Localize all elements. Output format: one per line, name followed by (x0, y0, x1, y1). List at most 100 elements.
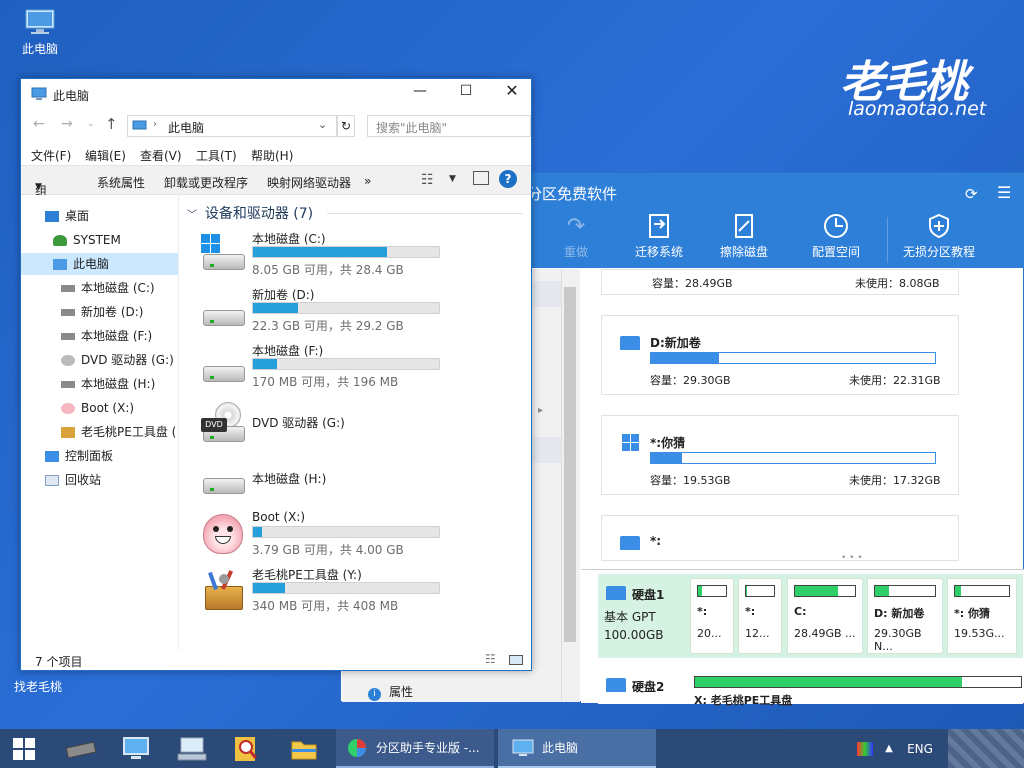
scrollbar-thumb[interactable] (564, 287, 576, 642)
disk1-partition[interactable]: *: 20... (690, 578, 734, 654)
wipe-disk-button[interactable]: 擦除磁盘 (699, 211, 789, 260)
redo-button[interactable]: ↷ 重做 (531, 211, 621, 260)
taskbar-hardware-app[interactable] (57, 729, 105, 768)
drive-tile-x[interactable]: Boot (X:) 3.79 GB 可用，共 4.00 GB (201, 510, 451, 562)
find-laomaotao-desktop-icon[interactable]: 找老毛桃 (8, 678, 68, 695)
properties-item[interactable]: i 属性 (368, 683, 413, 701)
disk1-row[interactable]: 硬盘1 基本 GPT 100.00GB *: 20... *: 12... C:… (598, 574, 1023, 658)
nav-label: 老毛桃PE工具盘 ( (81, 425, 177, 439)
clock-area[interactable] (948, 729, 1024, 768)
up-arrow-icon[interactable]: ↑ (105, 115, 118, 133)
nav-system-user[interactable]: SYSTEM (53, 229, 121, 251)
help-icon[interactable]: ? (499, 170, 517, 188)
menu-tools[interactable]: 工具(T) (196, 147, 237, 164)
drive-size: 8.05 GB 可用，共 28.4 GB (252, 263, 404, 277)
partition-card-c[interactable]: 容量：28.49GB 未使用：8.08GB (601, 269, 959, 295)
drive-tile-c[interactable]: 本地磁盘 (C:) 8.05 GB 可用，共 28.4 GB (201, 232, 451, 282)
nav-control-panel[interactable]: 控制面板 (45, 445, 113, 467)
splitter-grip[interactable]: • • • (841, 553, 863, 563)
nav-drive-y[interactable]: 老毛桃PE工具盘 ( (61, 421, 176, 443)
view-options-icon[interactable]: ☷ (421, 172, 434, 188)
drive-tile-g[interactable]: DVD DVD 驱动器 (G:) (201, 400, 451, 450)
partition-card-unknown[interactable]: *:你猜 容量：19.53GB 未使用：17.32GB (601, 415, 959, 495)
partition-usage-bar (650, 452, 936, 464)
disk1-partition-nicai[interactable]: *: 你猜 19.53G... (947, 578, 1017, 654)
address-path[interactable]: 此电脑 (168, 119, 204, 136)
nav-desktop[interactable]: 桌面 (45, 205, 89, 227)
forward-arrow-icon[interactable]: → (61, 116, 73, 132)
partition-app-title: 分区免费软件 (527, 185, 618, 203)
magnifier-icon (235, 736, 258, 761)
close-button[interactable]: ✕ (497, 81, 527, 100)
refresh-icon[interactable]: ⟳ (965, 185, 978, 203)
drive-name: Boot (X:) (252, 510, 306, 524)
drive-icon (606, 678, 626, 692)
menu-icon[interactable]: ☰ (997, 183, 1011, 202)
properties-label: 属性 (389, 685, 414, 699)
refresh-icon[interactable]: ↻ (337, 115, 355, 137)
map-network-drive-button[interactable]: 映射网络驱动器 (267, 174, 351, 191)
taskbar-search-app[interactable] (222, 729, 270, 768)
start-button[interactable] (0, 729, 48, 768)
address-dropdown-icon[interactable]: ⌄ (318, 118, 327, 131)
tray-expand-icon[interactable]: ▲ (878, 729, 900, 768)
explorer-title-bar[interactable]: 此电脑 — ☐ ✕ (21, 79, 531, 109)
expand-arrow-icon[interactable]: ▸ (538, 405, 543, 416)
back-arrow-icon[interactable]: ← (33, 116, 45, 132)
partition-card-star[interactable]: *: (601, 515, 959, 561)
disk1-partition-d[interactable]: D: 新加卷 29.30GB N... (867, 578, 943, 654)
taskbar-partition-assistant[interactable]: 分区助手专业版 -... (336, 729, 494, 768)
drive-tile-f[interactable]: 本地磁盘 (F:) 170 MB 可用，共 196 MB (201, 344, 451, 394)
drive-tile-y[interactable]: 老毛桃PE工具盘 (Y:) 340 MB 可用，共 408 MB (201, 568, 451, 618)
taskbar-file-explorer[interactable] (280, 729, 328, 768)
disk1-partition-c[interactable]: C: 28.49GB ... (787, 578, 863, 654)
partition-capacity: 容量：19.53GB (650, 474, 731, 487)
nav-drive-x[interactable]: Boot (X:) (61, 397, 134, 419)
view-dropdown-icon[interactable]: ▼ (449, 174, 456, 184)
partition-card-d[interactable]: D:新加卷 容量：29.30GB 未使用：22.31GB (601, 315, 959, 395)
taskbar-this-pc[interactable]: 此电脑 (498, 729, 656, 768)
nav-recycle-bin[interactable]: 回收站 (45, 469, 101, 491)
menu-view[interactable]: 查看(V) (140, 147, 182, 164)
tray-color-icon[interactable] (852, 729, 878, 768)
more-commands-button[interactable]: » (364, 174, 371, 188)
large-icons-view-icon[interactable] (509, 655, 523, 665)
this-pc-desktop-icon[interactable]: 此电脑 (10, 8, 70, 57)
nav-drive-h[interactable]: 本地磁盘 (H:) (61, 373, 155, 395)
minimize-button[interactable]: — (405, 83, 435, 99)
system-properties-button[interactable]: 系统属性 (97, 174, 145, 191)
left-panel-scrollbar[interactable] (561, 269, 579, 701)
drive-name: 本地磁盘 (H:) (252, 472, 327, 486)
menu-file[interactable]: 文件(F) (31, 147, 71, 164)
nav-drive-d[interactable]: 新加卷 (D:) (61, 301, 143, 323)
uninstall-program-button[interactable]: 卸载或更改程序 (164, 174, 248, 191)
details-view-icon[interactable]: ☷ (485, 652, 496, 666)
preview-pane-icon[interactable] (473, 171, 489, 185)
hard-drive-icon (61, 381, 75, 388)
maximize-button[interactable]: ☐ (451, 83, 481, 99)
nav-this-pc[interactable]: 此电脑 (21, 253, 178, 275)
disk1-partition[interactable]: *: 12... (738, 578, 782, 654)
explorer-window[interactable]: 此电脑 — ☐ ✕ ← → ⌄ ↑ › 此电脑 ⌄ ↻ 搜索"此电脑" 文件(F… (20, 78, 532, 671)
lossless-tutorial-button[interactable]: 无损分区教程 (893, 211, 985, 260)
drive-name: DVD 驱动器 (G:) (252, 416, 345, 430)
taskbar-network-app[interactable] (112, 729, 160, 768)
language-indicator[interactable]: ENG (900, 729, 940, 768)
drive-tile-d[interactable]: 新加卷 (D:) 22.3 GB 可用，共 29.2 GB (201, 288, 451, 338)
nav-drive-c[interactable]: 本地磁盘 (C:) (61, 277, 155, 299)
nav-drive-g[interactable]: DVD 驱动器 (G:) (61, 349, 174, 371)
taskbar-keyboard-app[interactable] (168, 729, 216, 768)
disk2-row[interactable]: 硬盘2 X: 老毛桃PE工具盘 (598, 666, 1023, 707)
recent-dropdown-icon[interactable]: ⌄ (87, 119, 95, 129)
menu-edit[interactable]: 编辑(E) (85, 147, 126, 164)
config-space-button[interactable]: 配置空间 (791, 211, 881, 260)
drive-tile-h[interactable]: 本地磁盘 (H:) (201, 456, 451, 506)
hard-drive-icon (201, 456, 247, 502)
user-icon (53, 235, 67, 246)
devices-section-header[interactable]: ﹀ 设备和驱动器 (7) (187, 203, 523, 223)
nav-drive-f[interactable]: 本地磁盘 (F:) (61, 325, 152, 347)
search-field[interactable]: 搜索"此电脑" (367, 115, 531, 137)
address-bar[interactable]: › 此电脑 ⌄ (127, 115, 337, 137)
migrate-system-button[interactable]: 迁移系统 (614, 211, 704, 260)
menu-help[interactable]: 帮助(H) (251, 147, 293, 164)
